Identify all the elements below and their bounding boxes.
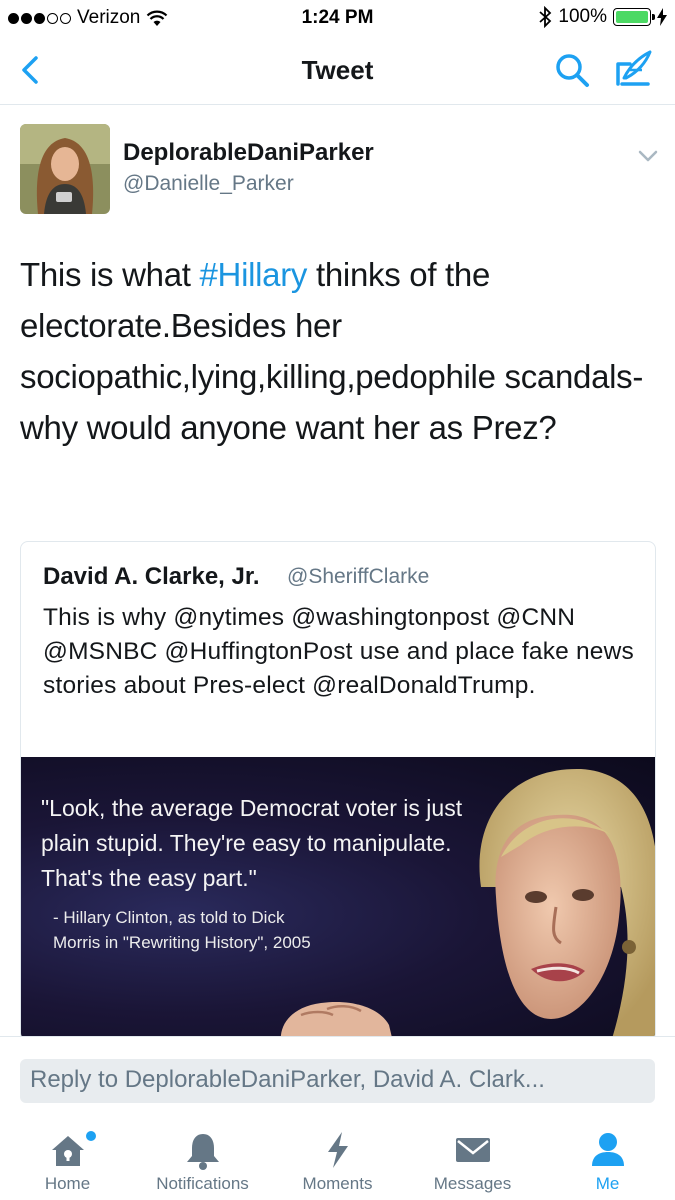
lightning-icon <box>327 1132 348 1168</box>
tab-messages[interactable]: Messages <box>405 1122 540 1200</box>
tweet-text: This is what #Hillary thinks of the elec… <box>20 249 660 453</box>
portrait-photo <box>479 768 655 1040</box>
envelope-icon <box>455 1138 490 1162</box>
author-handle[interactable]: @Danielle_Parker <box>123 172 294 196</box>
avatar[interactable] <box>20 124 110 214</box>
author-name[interactable]: DeplorableDaniParker <box>123 139 374 167</box>
person-icon <box>591 1133 624 1166</box>
reply-bar: Reply to DeplorableDaniParker, David A. … <box>0 1036 675 1122</box>
tab-moments-label: Moments <box>302 1174 373 1193</box>
quoted-tweet-text: This is why @nytimes @washingtonpost @CN… <box>43 604 634 699</box>
status-bar: Verizon 1:24 PM 100% <box>0 0 675 38</box>
battery-icon <box>613 8 655 26</box>
chevron-down-icon[interactable] <box>636 146 660 166</box>
raised-hand <box>280 1002 393 1040</box>
quoted-media-image[interactable]: "Look, the average Democrat voter is jus… <box>21 757 655 1040</box>
home-icon <box>51 1136 84 1166</box>
charging-bolt-icon <box>657 8 667 26</box>
bell-icon <box>186 1134 219 1170</box>
tab-me[interactable]: Me <box>540 1122 675 1200</box>
avatar-photo <box>20 124 110 214</box>
search-icon[interactable] <box>552 50 592 90</box>
compose-icon[interactable] <box>612 48 656 92</box>
quoted-author-name: David A. Clarke, Jr. <box>43 563 260 590</box>
tab-messages-label: Messages <box>433 1174 512 1193</box>
reply-input[interactable]: Reply to DeplorableDaniParker, David A. … <box>20 1059 655 1103</box>
tab-home[interactable]: Home <box>0 1122 135 1200</box>
hashtag-link[interactable]: #Hillary <box>200 256 308 293</box>
quoted-tweet[interactable]: David A. Clarke, Jr. @SheriffClarke This… <box>20 541 656 1041</box>
tab-bar: Home Notifications Moments Messages Me <box>0 1122 675 1200</box>
tab-notifications[interactable]: Notifications <box>135 1122 270 1200</box>
quoted-author-handle: @SheriffClarke <box>287 565 430 588</box>
tab-moments[interactable]: Moments <box>270 1122 405 1200</box>
bluetooth-icon <box>539 6 552 28</box>
tab-home-label: Home <box>44 1174 91 1193</box>
nav-bar: Tweet <box>0 38 675 105</box>
image-quote-text: "Look, the average Democrat voter is jus… <box>41 795 463 891</box>
tab-notifications-label: Notifications <box>156 1174 249 1193</box>
image-attribution-text: - Hillary Clinton, as told to Dick Morri… <box>53 908 311 952</box>
home-notification-dot <box>86 1131 96 1141</box>
status-right: 100% <box>538 6 667 28</box>
battery-percent: 100% <box>558 6 607 27</box>
tweet-text-start: This is what <box>20 256 200 293</box>
tab-me-label: Me <box>595 1174 620 1193</box>
